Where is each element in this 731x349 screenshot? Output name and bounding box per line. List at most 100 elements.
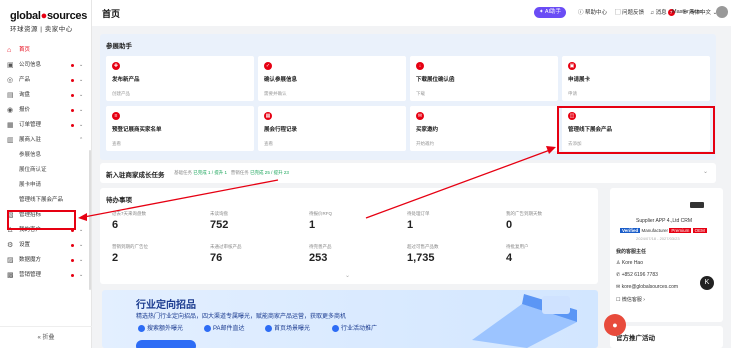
phone-icon: ✆ xyxy=(616,272,621,278)
promo-activity-card[interactable]: 官方推广活动 xyxy=(610,326,723,348)
account-card: Supplier APP 4.,Ltd CRM Verified Manufac… xyxy=(610,188,723,322)
stat-value[interactable]: 1,735 xyxy=(407,252,435,264)
publish-icon: ✚ xyxy=(112,62,120,70)
manager-email[interactable]: ✉ kore@globalsources.com xyxy=(616,284,678,290)
stat-label: 过去7天来询盘数 xyxy=(112,211,147,216)
sidebar-item-product[interactable]: ◎ 产品 ⌄ xyxy=(0,73,92,88)
manager-name: ♙ Kore Hao xyxy=(616,260,643,266)
banner-title: 行业定向招品 xyxy=(136,300,196,311)
sidebar-subitem-offline-products[interactable]: 管理线下展会产品 xyxy=(0,193,92,208)
card-buyer-list[interactable]: ≡ 预登记展商买家名单 查看 xyxy=(106,106,254,151)
invite-icon: ✉ xyxy=(416,112,424,120)
collapse-button[interactable]: « 折叠 xyxy=(0,326,92,348)
stat-label: 超过可售产品数 xyxy=(407,244,439,249)
search-icon xyxy=(138,324,145,332)
sidebar-subitem-badge-apply[interactable]: 展卡申请 xyxy=(0,178,92,193)
sidebar-item-order[interactable]: ▦ 订单管理 ⌄ xyxy=(0,118,92,133)
data-icon: ▨ xyxy=(7,257,14,264)
banner-tag: 搜索额外曝光 xyxy=(138,323,183,332)
stat-label: 我的广告到期天数 xyxy=(506,211,542,216)
calendar-icon: ▦ xyxy=(264,112,272,120)
verification-badges: Verified Manufacturer Premium OEM xyxy=(620,228,707,233)
chat-bubble-icon: ● xyxy=(612,320,618,330)
avatar[interactable] xyxy=(716,6,728,18)
banner-subtitle: 精选热门行业定向招品，四大渠道专属曝光，赋能商家产品运营，获取更多商机 xyxy=(136,314,347,320)
membership-dates: 2024/07/18 - 2027/03/23 xyxy=(636,236,680,241)
banner-tag: 行业活动推广 xyxy=(332,323,377,332)
growth-panel: 新入驻商家成长任务 基础任务 已完成 1 / 提升 1 营销任务 已完成 25 … xyxy=(100,163,716,183)
stat-label: 待报价RFQ xyxy=(309,211,332,216)
stat-label: 待完善产品 xyxy=(309,244,332,249)
help-center-link[interactable]: ⓘ 帮助中心 xyxy=(578,8,607,16)
stat-value[interactable]: 1 xyxy=(309,219,315,231)
confirm-icon: ✓ xyxy=(264,62,272,70)
card-apply-badge[interactable]: ▣ 申请展卡 申请 xyxy=(562,56,710,101)
banner-cta-button[interactable] xyxy=(136,340,196,348)
company-logo xyxy=(690,202,704,208)
wechat-service-link[interactable]: ☐ 微信客服 › xyxy=(616,296,645,303)
sidebar-item-quote[interactable]: ◉ 报价 ⌄ xyxy=(0,103,92,118)
bell-icon: ♫ xyxy=(650,10,655,16)
assistant-title: 参展助手 xyxy=(106,43,132,50)
growth-status: 基础任务 已完成 1 / 提升 1 营销任务 已完成 25 / 提升 23 xyxy=(174,170,289,175)
stat-label: 待处理订单 xyxy=(407,211,430,216)
feedback-link[interactable]: ▢ 问题反馈 xyxy=(615,8,644,16)
topbar: 首页 ✦ AI助手 ⓘ 帮助中心 ▢ 问题反馈 ♫ 消息 7 ⊕ 简体中文 ⌄ xyxy=(92,0,731,26)
feedback-icon: ▢ xyxy=(615,10,621,16)
highlight-box-card xyxy=(557,106,715,154)
manager-phone[interactable]: ✆ +852 6196 7783 xyxy=(616,272,658,278)
download-icon: ↓ xyxy=(416,62,424,70)
logo[interactable]: global●sources 环球资源 | 卖家中心 xyxy=(10,10,87,33)
card-schedule[interactable]: ▦ 展会行程记录 查看 xyxy=(258,106,406,151)
card-publish-product[interactable]: ✚ 发布新产品 创建产品 xyxy=(106,56,254,101)
stat-label: 营销到期的广告位 xyxy=(112,244,148,249)
sidebar-item-marketing[interactable]: ▩ 营销管理 ⌄ xyxy=(0,268,92,283)
highlight-box-sidebar xyxy=(7,210,76,230)
sidebar-item-inquiry[interactable]: ▤ 询盘 ⌄ xyxy=(0,88,92,103)
sidebar-item-home[interactable]: ⌂ 首页 xyxy=(0,43,92,58)
badge-icon: ▣ xyxy=(568,62,576,70)
home-icon xyxy=(265,324,272,332)
todo-panel: 待办事项 过去7天来询盘数 6 未读询盘 752 待报价RFQ 1 待处理订单 … xyxy=(100,188,598,284)
todo-title: 待办事项 xyxy=(106,197,132,204)
stat-value[interactable]: 6 xyxy=(112,219,118,231)
sidebar-item-exhibitor[interactable]: ▥ 展商入驻 ⌃ xyxy=(0,133,92,148)
stat-value[interactable]: 0 xyxy=(506,219,512,231)
sidebar-nav: ⌂ 首页 ▣ 公司信息 ⌄ ◎ 产品 ⌄ ▤ 询盘 ⌄ ◉ 报价 ⌄ ▦ 订单管理 ⌄ ▥ 展商入驻 ⌃ … xyxy=(0,43,92,283)
chevron-down-icon[interactable]: ⌄ xyxy=(703,168,708,175)
manager-title: 我的客服主任 xyxy=(616,249,647,255)
stat-label: 未通过审核产品 xyxy=(210,244,242,249)
exhibitor-icon: ▥ xyxy=(7,137,14,144)
sidebar-subitem-exhibit-info[interactable]: 参展信息 xyxy=(0,148,92,163)
company-name: Supplier APP 4.,Ltd CRM xyxy=(636,218,693,224)
industry-banner[interactable]: 行业定向招品 精选热门行业定向招品，四大渠道专属曝光，赋能商家产品运营，获取更多… xyxy=(102,290,598,348)
home-icon: ⌂ xyxy=(7,47,12,54)
expand-chevron-icon[interactable]: ⌄ xyxy=(345,272,350,279)
stat-value[interactable]: 1 xyxy=(407,219,413,231)
sidebar-item-company[interactable]: ▣ 公司信息 ⌄ xyxy=(0,58,92,73)
messages-link[interactable]: ♫ 消息 7 xyxy=(650,8,675,16)
stat-value[interactable]: 4 xyxy=(506,252,512,264)
settings-icon: ⚙ xyxy=(7,242,14,249)
page-title: 首页 xyxy=(102,9,121,19)
card-confirm-info[interactable]: ✓ 确认参展信息 需要并确认 xyxy=(258,56,406,101)
stat-value[interactable]: 76 xyxy=(210,252,222,264)
stat-value[interactable]: 253 xyxy=(309,252,327,264)
card-download-letter[interactable]: ↓ 下载展位确认函 下载 xyxy=(410,56,558,101)
sidebar-item-settings[interactable]: ⚙ 设置 ⌄ xyxy=(0,238,92,253)
stat-value[interactable]: 752 xyxy=(210,219,228,231)
sidebar-scrollbar[interactable] xyxy=(89,150,91,290)
mail-icon: ✉ xyxy=(616,284,621,290)
list-icon: ≡ xyxy=(112,112,120,120)
chat-fab-button[interactable]: ● xyxy=(604,314,626,336)
stat-value[interactable]: 2 xyxy=(112,252,118,264)
banner-illustration xyxy=(472,294,577,348)
ai-assistant-button[interactable]: ✦ AI助手 xyxy=(534,7,567,18)
banner-tag: PA邮件直达 xyxy=(204,323,245,332)
sidebar-subitem-booth-cert[interactable]: 展位商认证 xyxy=(0,163,92,178)
account-name[interactable]: Master Acco... xyxy=(672,9,707,15)
card-buyer-invite[interactable]: ✉ 买家邀约 开始邀约 xyxy=(410,106,558,151)
sidebar-item-data[interactable]: ▨ 数据魔方 ⌄ xyxy=(0,253,92,268)
quote-icon: ◉ xyxy=(7,107,14,114)
main-content: 参展助手 ✚ 发布新产品 创建产品 ✓ 确认参展信息 需要并确认 ↓ 下载展位确认函 下载 … xyxy=(92,26,731,348)
